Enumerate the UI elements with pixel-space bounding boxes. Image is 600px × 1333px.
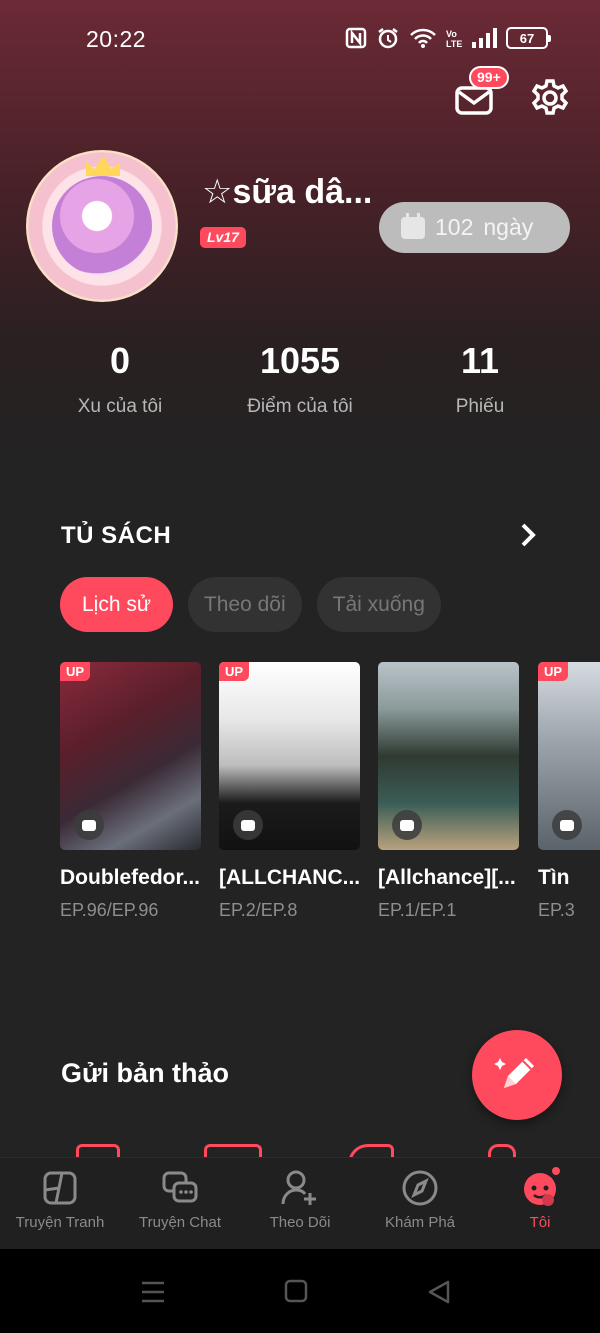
book-list: UP Doublefedor... EP.96/EP.96 UP [ALLCHA… <box>60 662 600 932</box>
status-time: 20:22 <box>86 26 147 52</box>
book-episode: EP.3 <box>538 900 575 920</box>
stat-value: 0 <box>109 340 131 381</box>
nav-explore[interactable]: Khám Phá <box>360 1158 480 1249</box>
book-episode: EP.96/EP.96 <box>60 900 159 920</box>
days-label: ngày <box>483 214 534 240</box>
nfc-icon <box>345 27 367 49</box>
nav-label: Truyện Chat <box>139 1214 221 1231</box>
username: ☆sữa dâ... <box>202 173 373 211</box>
stat-value: 11 <box>460 340 500 381</box>
book-title: [Allchance][... <box>378 866 516 889</box>
nav-label: Theo Dõi <box>269 1214 331 1231</box>
book-cover: UP <box>538 662 600 850</box>
nav-me[interactable]: Tôi <box>480 1158 600 1249</box>
submit-option-icon[interactable] <box>488 1144 516 1158</box>
bottom-nav: Truyện Tranh Truyện Chat Theo Dõi Khám P… <box>0 1157 600 1249</box>
write-fab-button[interactable] <box>472 1030 562 1120</box>
book-item[interactable]: UP Doublefedor... EP.96/EP.96 <box>60 662 201 921</box>
chat-icon <box>552 810 582 840</box>
up-badge: UP <box>538 662 569 681</box>
book-cover <box>378 662 519 850</box>
up-badge: UP <box>60 662 91 681</box>
days-count: 102 <box>435 214 474 240</box>
bookshelf-title: TỦ SÁCH <box>61 522 172 549</box>
mail-button[interactable]: 99+ <box>454 66 509 118</box>
submit-option-icon[interactable] <box>348 1144 394 1158</box>
stat-label: Xu của tôi <box>77 396 163 417</box>
days-checkin-pill[interactable]: 102 ngày <box>379 202 570 253</box>
book-item[interactable]: UP Tìn EP.3 <box>538 662 600 921</box>
comic-icon <box>40 1168 80 1208</box>
back-icon[interactable] <box>426 1279 452 1305</box>
chevron-right-icon[interactable] <box>518 520 538 550</box>
book-title: Doublefedor... <box>60 866 201 889</box>
pencil-icon <box>494 1058 534 1088</box>
stat-label: Phiếu <box>455 396 505 417</box>
avatar[interactable] <box>26 150 178 302</box>
book-title: [ALLCHANC... <box>219 866 360 889</box>
book-title: Tìn <box>538 866 570 889</box>
stat-label: Điểm của tôi <box>247 396 353 417</box>
avatar-image <box>52 176 152 276</box>
battery-indicator: 67 <box>506 27 551 49</box>
stat-points[interactable]: 1055 Điểm của tôi <box>210 340 390 418</box>
tab-history[interactable]: Lịch sử <box>60 577 173 632</box>
alarm-icon <box>378 28 398 49</box>
chat-icon <box>74 810 104 840</box>
book-episode: EP.2/EP.8 <box>219 900 298 920</box>
wifi-icon <box>410 28 436 48</box>
tab-following[interactable]: Theo dõi <box>187 577 302 632</box>
home-icon[interactable] <box>284 1279 308 1303</box>
submit-option-icon[interactable] <box>204 1144 262 1158</box>
system-nav-bar <box>0 1249 600 1333</box>
book-cover: UP <box>219 662 360 850</box>
chat-icon <box>392 810 422 840</box>
submit-draft-title: Gửi bản thảo <box>61 1058 230 1088</box>
book-item[interactable]: UP [ALLCHANC... EP.2/EP.8 <box>219 662 360 921</box>
chat-story-icon <box>160 1168 200 1208</box>
nav-comics[interactable]: Truyện Tranh <box>0 1158 120 1249</box>
nav-label: Tôi <box>529 1214 551 1231</box>
calendar-icon <box>401 212 425 239</box>
level-badge: Lv17 <box>200 227 246 248</box>
book-cover: UP <box>60 662 201 850</box>
follow-icon <box>280 1168 320 1208</box>
stat-tickets[interactable]: 11 Phiếu <box>390 340 570 418</box>
nav-label: Khám Phá <box>384 1214 456 1231</box>
profile-icon <box>520 1165 562 1208</box>
recent-apps-icon[interactable] <box>140 1279 166 1305</box>
signal-icon <box>472 28 497 48</box>
status-bar: 20:22 Vo LTE 67 <box>0 0 600 80</box>
svg-text:LTE: LTE <box>446 39 462 49</box>
compass-icon <box>400 1168 440 1208</box>
chat-icon <box>233 810 263 840</box>
tab-downloads[interactable]: Tải xuống <box>316 577 441 632</box>
settings-gear-icon[interactable] <box>530 78 570 118</box>
mail-badge: 99+ <box>469 66 509 89</box>
crown-icon <box>86 156 120 176</box>
book-item[interactable]: [Allchance][... EP.1/EP.1 <box>378 662 519 921</box>
notification-dot <box>550 1165 562 1177</box>
nav-following[interactable]: Theo Dõi <box>240 1158 360 1249</box>
nav-chat-stories[interactable]: Truyện Chat <box>120 1158 240 1249</box>
bookshelf-tabs: Lịch sử Theo dõi Tải xuống <box>60 577 441 632</box>
stat-coins[interactable]: 0 Xu của tôi <box>30 340 210 418</box>
submit-options-row <box>0 1140 600 1158</box>
status-icons: Vo LTE 67 <box>345 26 551 50</box>
up-badge: UP <box>219 662 250 681</box>
stat-value: 1055 <box>259 340 341 381</box>
svg-text:Vo: Vo <box>446 29 457 39</box>
submit-option-icon[interactable] <box>76 1144 120 1158</box>
book-episode: EP.1/EP.1 <box>378 900 457 920</box>
top-actions: 99+ <box>454 66 570 118</box>
nav-label: Truyện Tranh <box>15 1214 105 1231</box>
volte-icon: VoLTE <box>446 29 462 49</box>
